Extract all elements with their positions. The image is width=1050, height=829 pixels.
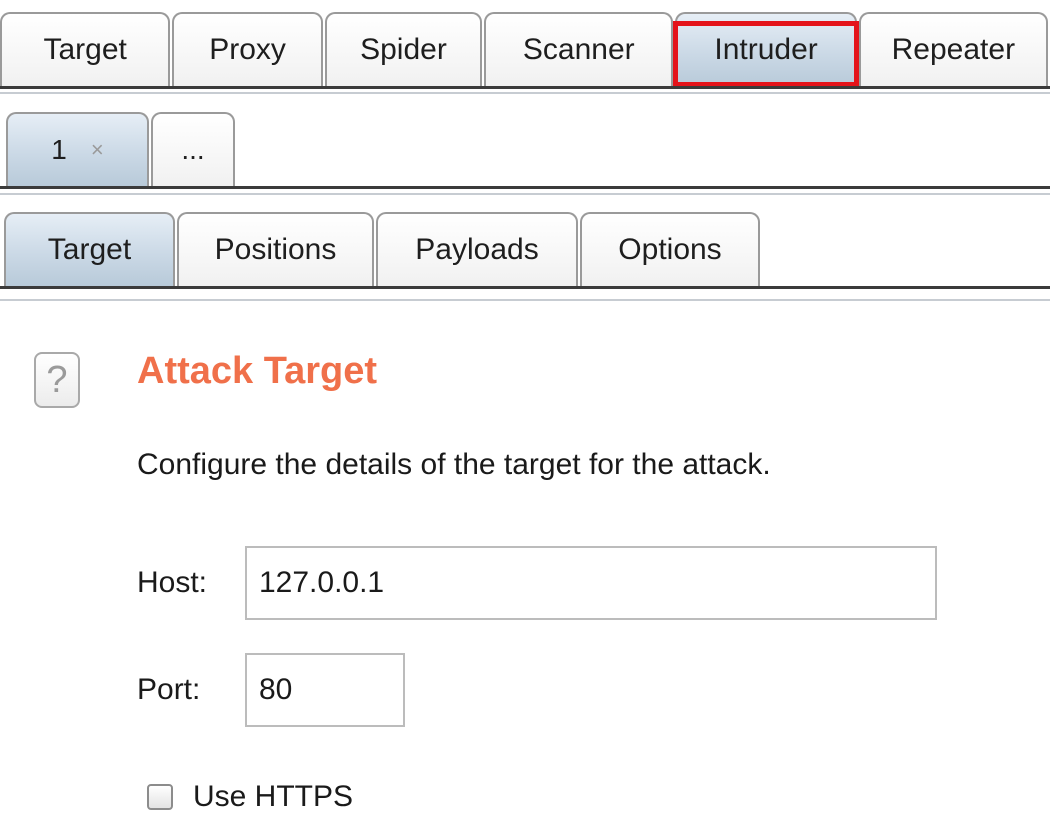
instance-tab-bar: 1 × ... (0, 112, 1050, 186)
host-input[interactable] (245, 546, 937, 620)
main-tab-bar: Target Proxy Spider Scanner Intruder Rep… (0, 12, 1050, 86)
use-https-option[interactable]: Use HTTPS (147, 780, 353, 814)
instance-tab-new[interactable]: ... (151, 112, 235, 186)
section-title: Attack Target (137, 350, 378, 392)
instance-tab-label: 1 (51, 134, 67, 165)
tab-repeater[interactable]: Repeater (858, 12, 1048, 86)
use-https-checkbox[interactable] (147, 784, 173, 810)
close-icon[interactable]: × (91, 137, 104, 163)
use-https-label: Use HTTPS (193, 780, 354, 813)
tab-intruder[interactable]: Intruder (675, 12, 857, 86)
host-label: Host: (137, 566, 208, 599)
sub-tab-divider (0, 286, 1050, 289)
section-description: Configure the details of the target for … (137, 448, 771, 481)
tab-target[interactable]: Target (0, 12, 171, 86)
help-icon[interactable]: ? (34, 352, 80, 408)
instance-tab-divider-light (0, 193, 1050, 195)
port-input[interactable] (245, 653, 405, 727)
sub-tab-divider-light (0, 299, 1050, 301)
subtab-target[interactable]: Target (4, 212, 175, 286)
subtab-options[interactable]: Options (580, 212, 760, 286)
subtab-payloads[interactable]: Payloads (376, 212, 578, 286)
main-tab-divider-light (0, 92, 1050, 94)
instance-tab-divider (0, 186, 1050, 189)
tab-scanner[interactable]: Scanner (484, 12, 674, 86)
port-label: Port: (137, 673, 201, 706)
tab-proxy[interactable]: Proxy (172, 12, 323, 86)
main-tab-divider (0, 86, 1050, 89)
tab-spider[interactable]: Spider (324, 12, 483, 86)
intruder-sub-tab-bar: Target Positions Payloads Options (0, 212, 1050, 286)
instance-tab-1[interactable]: 1 × (6, 112, 149, 186)
subtab-positions[interactable]: Positions (177, 212, 374, 286)
